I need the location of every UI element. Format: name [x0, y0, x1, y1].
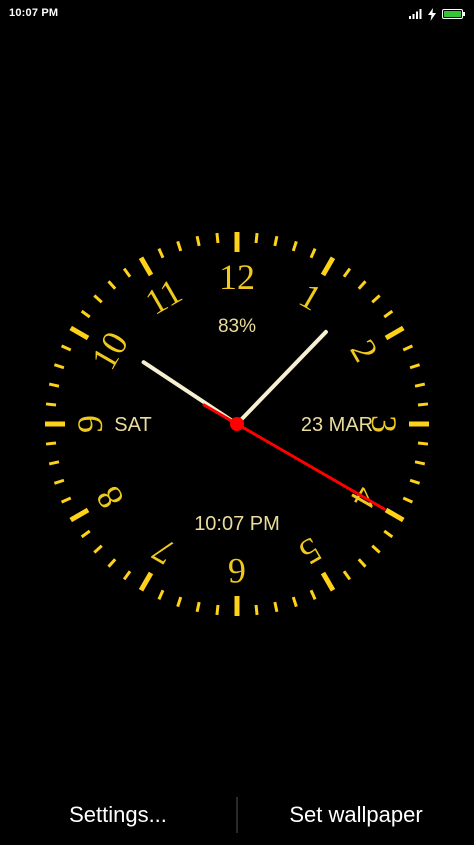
- minor-tick: [383, 529, 394, 539]
- numeral-8: 8: [88, 480, 132, 516]
- numeral-6: 6: [228, 551, 246, 591]
- digital-time: 10:07 PM: [194, 513, 280, 535]
- minor-tick: [107, 280, 117, 290]
- numeral-11: 11: [138, 271, 188, 323]
- major-tick: [138, 571, 154, 592]
- minor-tick: [414, 460, 426, 466]
- settings-button[interactable]: Settings...: [0, 785, 236, 845]
- minor-tick: [53, 363, 65, 370]
- minor-tick: [157, 589, 165, 601]
- minor-tick: [80, 309, 91, 319]
- minor-tick: [357, 558, 367, 568]
- minor-tick: [309, 247, 317, 259]
- clock-hub: [230, 417, 244, 431]
- minor-tick: [383, 309, 394, 319]
- minor-tick: [195, 601, 201, 613]
- major-tick: [384, 507, 405, 523]
- bottom-action-bar: Settings... Set wallpaper: [0, 785, 474, 845]
- minor-tick: [45, 441, 57, 446]
- minor-tick: [402, 344, 414, 352]
- minor-tick: [215, 604, 220, 616]
- numeral-2: 2: [342, 333, 386, 369]
- minor-tick: [402, 496, 414, 504]
- battery-percent: 83%: [218, 316, 256, 337]
- major-tick: [69, 325, 90, 341]
- minor-tick: [215, 232, 220, 244]
- status-icons: [408, 6, 466, 22]
- minor-tick: [309, 589, 317, 601]
- numeral-5: 5: [293, 529, 329, 573]
- minor-tick: [176, 596, 183, 608]
- numeral-1: 1: [293, 275, 329, 319]
- analog-clock: 121234567891011 83% SAT 23 MAR 10:07 PM: [37, 224, 437, 624]
- minor-tick: [122, 267, 132, 278]
- day-label: SAT: [114, 414, 151, 436]
- minor-tick: [254, 604, 259, 616]
- minor-tick: [93, 544, 103, 554]
- minor-tick: [107, 558, 117, 568]
- battery-icon: [442, 8, 466, 20]
- minor-tick: [342, 267, 352, 278]
- minor-tick: [342, 570, 352, 581]
- numeral-10: 10: [83, 325, 136, 376]
- minor-tick: [273, 601, 279, 613]
- clock-face: 121234567891011 83% SAT 23 MAR 10:07 PM: [45, 232, 429, 616]
- numeral-9: 9: [70, 415, 110, 433]
- minor-tick: [357, 280, 367, 290]
- status-time: 10:07 PM: [9, 7, 59, 19]
- date-label: 23 MAR: [301, 414, 373, 436]
- set-wallpaper-button[interactable]: Set wallpaper: [238, 785, 474, 845]
- charging-icon: [428, 7, 436, 21]
- minor-tick: [45, 402, 57, 407]
- minor-tick: [53, 478, 65, 485]
- minor-tick: [273, 235, 279, 247]
- minor-tick: [371, 294, 381, 304]
- minor-tick: [157, 247, 165, 259]
- minor-tick: [195, 235, 201, 247]
- major-tick: [320, 256, 336, 277]
- signal-icon: [408, 8, 422, 20]
- minor-tick: [93, 294, 103, 304]
- minor-tick: [414, 382, 426, 388]
- minor-tick: [122, 570, 132, 581]
- minor-tick: [48, 460, 60, 466]
- major-tick: [138, 256, 154, 277]
- minor-tick: [291, 240, 298, 252]
- minor-tick: [254, 232, 259, 244]
- minor-tick: [409, 478, 421, 485]
- major-tick: [384, 325, 405, 341]
- numeral-12: 12: [219, 257, 255, 297]
- minor-tick: [417, 441, 429, 446]
- minor-tick: [417, 402, 429, 407]
- numeral-7: 7: [146, 529, 182, 573]
- major-tick: [69, 507, 90, 523]
- minor-tick: [176, 240, 183, 252]
- minor-tick: [48, 382, 60, 388]
- minute-hand: [235, 329, 328, 426]
- minor-tick: [80, 529, 91, 539]
- minor-tick: [60, 344, 72, 352]
- minor-tick: [60, 496, 72, 504]
- minor-tick: [371, 544, 381, 554]
- status-bar: 10:07 PM: [0, 0, 474, 28]
- minor-tick: [409, 363, 421, 370]
- minor-tick: [291, 596, 298, 608]
- major-tick: [320, 571, 336, 592]
